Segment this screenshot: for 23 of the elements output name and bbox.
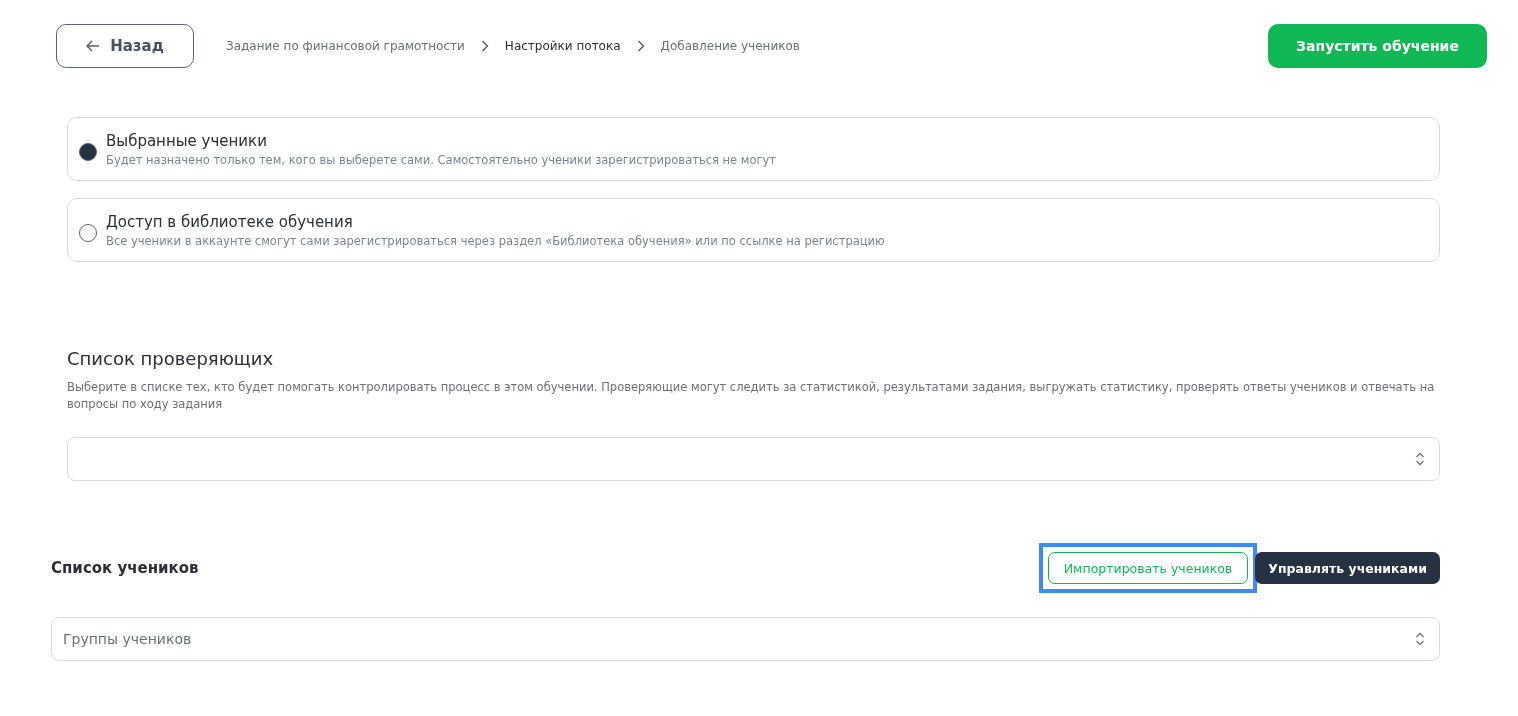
placeholder-text: Группы учеников (63, 631, 192, 647)
breadcrumb-link[interactable]: Задание по финансовой грамотности (226, 39, 465, 53)
option-description: Будет назначено только тем, кого вы выберете сами. Самостоятельно ученики зарегистрироваться не могут (106, 152, 777, 167)
section-description: Выберите в списке тех, кто будет помогать контролировать процесс в этом обучении. Проверяющие могут следить за статистикой, результатами задания, выгружать статистику, проверять ответы учеников и отвечать на вопросы по ходу задания (67, 379, 1436, 413)
section-title: Список учеников (51, 559, 199, 577)
option-title: Доступ в библиотеке обучения (106, 212, 354, 231)
sort-arrows-icon (1415, 452, 1425, 466)
arrow-left-icon (86, 40, 101, 52)
breadcrumb-link[interactable]: Настройки потока (504, 39, 621, 53)
option-title: Выбранные ученики (106, 131, 268, 150)
chevron-right-icon (636, 40, 645, 52)
back-button[interactable]: Назад (56, 24, 194, 68)
breadcrumb-link[interactable]: Добавление учеников (660, 39, 800, 53)
radio-option-card[interactable]: Доступ в библиотеке обучения Все ученики в аккаунте смогут сами зарегистрироваться через раздел «Библиотека обучения» или по ссылке на регистрацию (67, 198, 1440, 262)
chevron-right-icon (480, 40, 489, 52)
groups-select[interactable]: Группы учеников (51, 617, 1440, 661)
section-title: Список проверяющих (67, 348, 275, 369)
radio-button[interactable] (79, 143, 97, 161)
manage-button[interactable]: Управлять учениками (1255, 552, 1440, 584)
radio-button[interactable] (79, 224, 97, 242)
option-description: Все ученики в аккаунте смогут сами зарегистрироваться через раздел «Библиотека обучения» или по ссылке на регистрацию (106, 233, 885, 248)
sort-arrows-icon (1415, 632, 1425, 646)
radio-option-card[interactable]: Выбранные ученики Будет назначено только тем, кого вы выберете сами. Самостоятельно ученики зарегистрироваться не могут (67, 117, 1440, 181)
